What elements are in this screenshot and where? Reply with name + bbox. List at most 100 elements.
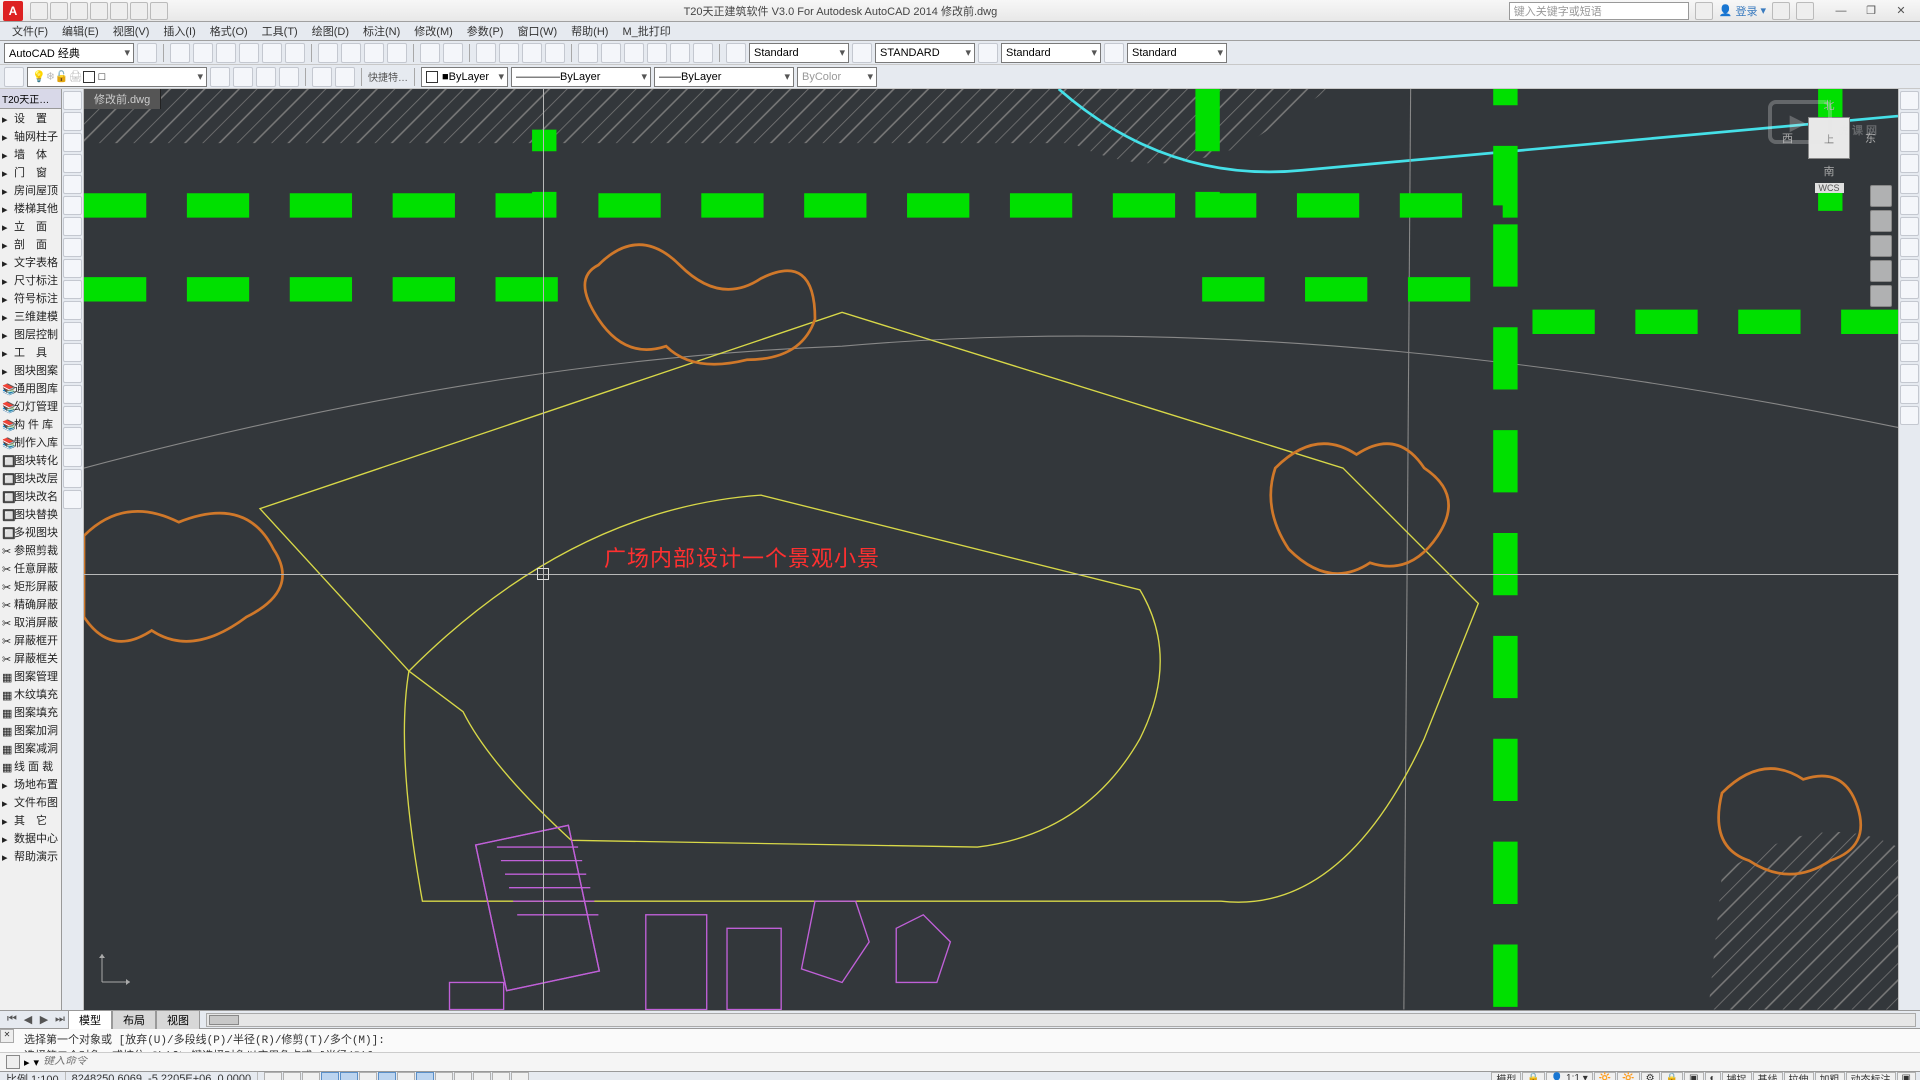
t20-item-21[interactable]: 🔲图块改名: [0, 487, 61, 505]
close-button[interactable]: ✕: [1886, 1, 1916, 21]
open-icon[interactable]: [50, 2, 68, 20]
snap-toggle-icon[interactable]: [264, 1072, 282, 1080]
restore-button[interactable]: ❐: [1856, 1, 1886, 21]
layer-states-icon[interactable]: [233, 67, 253, 87]
t20-item-15[interactable]: 📚通用图库: [0, 379, 61, 397]
t20-item-24[interactable]: ✂参照剪裁: [0, 541, 61, 559]
t20-item-41[interactable]: ▸帮助演示: [0, 847, 61, 865]
polyline-icon[interactable]: [63, 133, 82, 152]
t20-item-29[interactable]: ✂屏蔽框开: [0, 631, 61, 649]
t20-item-4[interactable]: ▸房间屋顶: [0, 181, 61, 199]
t20-item-17[interactable]: 📚构 件 库: [0, 415, 61, 433]
tab-last-icon[interactable]: ⏭: [52, 1013, 68, 1026]
gradient-icon[interactable]: [63, 406, 82, 425]
t20-item-3[interactable]: ▸门 窗: [0, 163, 61, 181]
t20-item-9[interactable]: ▸尺寸标注: [0, 271, 61, 289]
trim-icon[interactable]: [1900, 280, 1919, 299]
color-dropdown[interactable]: ■ ByLayer: [421, 67, 508, 87]
status-ws-icon[interactable]: ⚙: [1641, 1072, 1660, 1080]
t20-item-35[interactable]: ▦图案减洞: [0, 739, 61, 757]
publish-icon[interactable]: [285, 43, 305, 63]
menu-param[interactable]: 参数(P): [461, 22, 510, 40]
t20-item-0[interactable]: ▸设 置: [0, 109, 61, 127]
menu-tools[interactable]: 工具(T): [256, 22, 304, 40]
new-icon[interactable]: [30, 2, 48, 20]
save-file-icon[interactable]: [216, 43, 236, 63]
sc-toggle-icon[interactable]: [492, 1072, 510, 1080]
undo-icon[interactable]: [130, 2, 148, 20]
plot-icon[interactable]: [110, 2, 128, 20]
osnap3d-toggle-icon[interactable]: [359, 1072, 377, 1080]
t20-item-31[interactable]: ▦图案管理: [0, 667, 61, 685]
t20-item-36[interactable]: ▦线 面 裁: [0, 757, 61, 775]
menu-view[interactable]: 视图(V): [107, 22, 156, 40]
rectangle-icon[interactable]: [63, 175, 82, 194]
redo-icon[interactable]: [150, 2, 168, 20]
status-fill-txt[interactable]: 拉伸: [1784, 1072, 1814, 1080]
viewcube-east[interactable]: 东: [1865, 130, 1876, 146]
dimstyle-dropdown[interactable]: STANDARD: [875, 43, 975, 63]
drawing-canvas[interactable]: 修改前.dwg: [84, 89, 1898, 1010]
ducs-toggle-icon[interactable]: [397, 1072, 415, 1080]
status-cleanscreen-icon[interactable]: ▣: [1897, 1072, 1916, 1080]
markup-icon[interactable]: [670, 43, 690, 63]
insert-block-icon[interactable]: [63, 322, 82, 341]
viewcube-top[interactable]: 上: [1808, 117, 1850, 159]
make-current-icon[interactable]: [312, 67, 332, 87]
t20-item-20[interactable]: 🔲图块改层: [0, 469, 61, 487]
textstyle-dropdown[interactable]: Standard: [749, 43, 849, 63]
t20-item-25[interactable]: ✂任意屏蔽: [0, 559, 61, 577]
explode-icon[interactable]: [1900, 406, 1919, 425]
grid-toggle-icon[interactable]: [283, 1072, 301, 1080]
chamfer-icon[interactable]: [1900, 364, 1919, 383]
nav-orbit-icon[interactable]: [1870, 260, 1892, 282]
t20-item-33[interactable]: ▦图案填充: [0, 703, 61, 721]
t20-item-23[interactable]: 🔲多视图块: [0, 523, 61, 541]
layer-uniso-icon[interactable]: [279, 67, 299, 87]
t20-item-30[interactable]: ✂屏蔽框关: [0, 649, 61, 667]
make-block-icon[interactable]: [63, 343, 82, 362]
workspace-dropdown[interactable]: AutoCAD 经典: [4, 43, 134, 63]
ellipse-icon[interactable]: [63, 280, 82, 299]
menu-edit[interactable]: 编辑(E): [56, 22, 105, 40]
dyn-toggle-icon[interactable]: [416, 1072, 434, 1080]
viewcube-south[interactable]: 南: [1824, 163, 1835, 179]
t20-item-13[interactable]: ▸工 具: [0, 343, 61, 361]
tab-model[interactable]: 模型: [68, 1010, 112, 1030]
file-tab-current[interactable]: 修改前.dwg: [84, 89, 161, 109]
menu-help[interactable]: 帮助(H): [565, 22, 614, 40]
t20-item-5[interactable]: ▸楼梯其他: [0, 199, 61, 217]
t20-item-22[interactable]: 🔲图块替换: [0, 505, 61, 523]
menu-format[interactable]: 格式(O): [204, 22, 254, 40]
copy-obj-icon[interactable]: [1900, 112, 1919, 131]
t20-item-32[interactable]: ▦木纹填充: [0, 685, 61, 703]
status-annoauto-icon[interactable]: 🔆: [1617, 1072, 1639, 1080]
t20-item-37[interactable]: ▸场地布置: [0, 775, 61, 793]
dim-icon[interactable]: [852, 43, 872, 63]
multileader-icon[interactable]: [1104, 43, 1124, 63]
osnap-toggle-icon[interactable]: [340, 1072, 358, 1080]
status-bold-txt[interactable]: 加粗: [1815, 1072, 1845, 1080]
zoom-icon[interactable]: [522, 43, 542, 63]
copy-icon[interactable]: [341, 43, 361, 63]
join-icon[interactable]: [1900, 343, 1919, 362]
new-file-icon[interactable]: [170, 43, 190, 63]
layer-dropdown[interactable]: 💡❄🔓🖨□ 0: [27, 67, 207, 87]
point-icon[interactable]: [63, 364, 82, 383]
tpy-toggle-icon[interactable]: [454, 1072, 472, 1080]
polygon-icon[interactable]: [63, 154, 82, 173]
extend-icon[interactable]: [1900, 301, 1919, 320]
t20-item-1[interactable]: ▸轴网柱子: [0, 127, 61, 145]
fillet-icon[interactable]: [1900, 385, 1919, 404]
infocenter-btn[interactable]: [1695, 2, 1713, 20]
status-viewport-lock-icon[interactable]: 🔒: [1522, 1072, 1544, 1080]
menu-batchplot[interactable]: M_批打印: [616, 22, 676, 40]
plot-file-icon[interactable]: [239, 43, 259, 63]
t20-item-8[interactable]: ▸文字表格: [0, 253, 61, 271]
sheetset-icon[interactable]: [647, 43, 667, 63]
t20-item-2[interactable]: ▸墙 体: [0, 145, 61, 163]
array-icon[interactable]: [1900, 175, 1919, 194]
t20-item-12[interactable]: ▸图层控制: [0, 325, 61, 343]
a-icon[interactable]: [726, 43, 746, 63]
layer-prev-icon[interactable]: [210, 67, 230, 87]
